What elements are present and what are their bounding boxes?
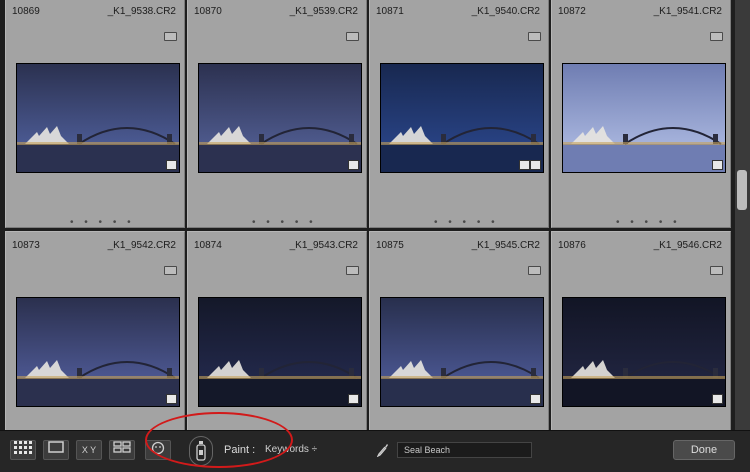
rating-dots[interactable]: • • • • • — [434, 217, 499, 228]
flag-icon[interactable] — [528, 266, 541, 275]
cell-header: 10876 _K1_9546.CR2 — [552, 232, 730, 256]
thumbnail-cell[interactable]: 10873 _K1_9542.CR2 — [5, 231, 185, 430]
image-number: 10870 — [194, 6, 222, 17]
image-number: 10876 — [558, 240, 586, 251]
collection-badge-icon — [166, 160, 177, 170]
cell-header: 10869 _K1_9538.CR2 — [6, 0, 184, 22]
image-filename: _K1_9538.CR2 — [107, 6, 176, 17]
image-number: 10875 — [376, 240, 404, 251]
flag-icon[interactable] — [346, 32, 359, 41]
cell-header: 10871 _K1_9540.CR2 — [370, 0, 548, 22]
survey-view-icon — [113, 441, 131, 459]
collection-badge-icon — [530, 394, 541, 404]
done-button[interactable]: Done — [673, 440, 735, 460]
survey-view-button[interactable] — [109, 440, 135, 460]
cell-header: 10870 _K1_9539.CR2 — [188, 0, 366, 22]
thumbnail-cell[interactable]: 10870 _K1_9539.CR2 • • • • • — [187, 0, 367, 228]
rating-dots[interactable]: • • • • • — [252, 217, 317, 228]
loupe-view-icon — [48, 441, 64, 459]
flag-icon[interactable] — [528, 32, 541, 41]
thumbnail-image[interactable] — [198, 63, 362, 173]
flag-icon[interactable] — [346, 266, 359, 275]
thumbnail-image[interactable] — [380, 63, 544, 173]
thumbnail-image[interactable] — [198, 297, 362, 407]
cell-header: 10875 _K1_9545.CR2 — [370, 232, 548, 256]
thumbnail-image[interactable] — [16, 63, 180, 173]
image-filename: _K1_9541.CR2 — [653, 6, 722, 17]
thumbnail-cell[interactable]: 10871 _K1_9540.CR2 • • • • • — [369, 0, 549, 228]
edited-badge-icon — [519, 160, 530, 170]
image-filename: _K1_9540.CR2 — [471, 6, 540, 17]
image-filename: _K1_9546.CR2 — [653, 240, 722, 251]
collection-badge-icon — [348, 394, 359, 404]
flag-icon[interactable] — [164, 266, 177, 275]
collection-badge-icon — [712, 160, 723, 170]
annotation-circle — [145, 412, 293, 468]
scrollbar-thumb[interactable] — [737, 170, 747, 210]
rating-dots[interactable]: • • • • • — [70, 217, 135, 228]
flag-icon[interactable] — [164, 32, 177, 41]
grid-view-icon — [14, 441, 32, 461]
grid-scrollbar[interactable] — [735, 0, 750, 430]
eyedropper-icon[interactable] — [376, 443, 389, 462]
flag-icon[interactable] — [710, 266, 723, 275]
image-number: 10871 — [376, 6, 404, 17]
bottom-toolbar: X Y Paint : Keywords ÷ Seal Beach Done — [0, 430, 750, 472]
compare-view-label: X Y — [81, 445, 97, 455]
grid-view-button[interactable] — [10, 440, 36, 460]
thumbnail-cell[interactable]: 10872 _K1_9541.CR2 • • • • • — [551, 0, 731, 228]
compare-view-button[interactable]: X Y — [76, 440, 102, 460]
thumbnail-grid: 10869 _K1_9538.CR2 • • • • • 10870 _K1_9539.… — [0, 0, 735, 430]
image-number: 10873 — [12, 240, 40, 251]
image-filename: _K1_9545.CR2 — [471, 240, 540, 251]
keyword-input[interactable]: Seal Beach — [397, 442, 532, 458]
image-number: 10869 — [12, 6, 40, 17]
collection-badge-icon — [530, 160, 541, 170]
thumbnail-image[interactable] — [562, 63, 726, 173]
thumbnail-image[interactable] — [16, 297, 180, 407]
thumbnail-cell[interactable]: 10876 _K1_9546.CR2 — [551, 231, 731, 430]
thumbnail-image[interactable] — [562, 297, 726, 407]
flag-icon[interactable] — [710, 32, 723, 41]
collection-badge-icon — [712, 394, 723, 404]
image-filename: _K1_9542.CR2 — [107, 240, 176, 251]
cell-header: 10872 _K1_9541.CR2 — [552, 0, 730, 22]
collection-badge-icon — [348, 160, 359, 170]
image-filename: _K1_9543.CR2 — [289, 240, 358, 251]
image-number: 10872 — [558, 6, 586, 17]
collection-badge-icon — [166, 394, 177, 404]
thumbnail-cell[interactable]: 10875 _K1_9545.CR2 — [369, 231, 549, 430]
image-number: 10874 — [194, 240, 222, 251]
cell-header: 10873 _K1_9542.CR2 — [6, 232, 184, 256]
thumbnail-cell[interactable]: 10869 _K1_9538.CR2 • • • • • — [5, 0, 185, 228]
cell-header: 10874 _K1_9543.CR2 — [188, 232, 366, 256]
image-filename: _K1_9539.CR2 — [289, 6, 358, 17]
loupe-view-button[interactable] — [43, 440, 69, 460]
thumbnail-image[interactable] — [380, 297, 544, 407]
thumbnail-cell[interactable]: 10874 _K1_9543.CR2 — [187, 231, 367, 430]
rating-dots[interactable]: • • • • • — [616, 217, 681, 228]
